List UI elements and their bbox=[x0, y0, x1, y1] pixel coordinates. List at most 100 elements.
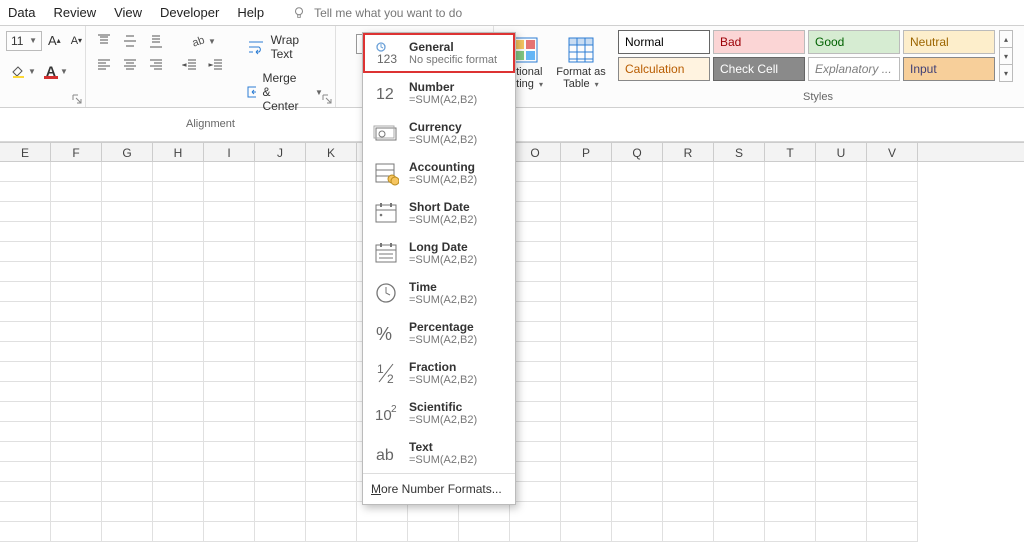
cell[interactable] bbox=[612, 342, 663, 362]
cell[interactable] bbox=[102, 322, 153, 342]
cell[interactable] bbox=[765, 402, 816, 422]
cell[interactable] bbox=[255, 422, 306, 442]
cell[interactable] bbox=[816, 502, 867, 522]
cell[interactable] bbox=[255, 502, 306, 522]
cell[interactable] bbox=[51, 362, 102, 382]
cell[interactable] bbox=[765, 502, 816, 522]
dialog-launcher-icon[interactable] bbox=[322, 94, 332, 104]
cell[interactable] bbox=[867, 302, 918, 322]
cell[interactable] bbox=[0, 202, 51, 222]
cell[interactable] bbox=[612, 442, 663, 462]
cell[interactable] bbox=[714, 362, 765, 382]
cell[interactable] bbox=[204, 322, 255, 342]
cell[interactable] bbox=[714, 382, 765, 402]
cell[interactable] bbox=[765, 222, 816, 242]
cell[interactable] bbox=[561, 422, 612, 442]
cell[interactable] bbox=[102, 402, 153, 422]
cell[interactable] bbox=[612, 482, 663, 502]
cell[interactable] bbox=[561, 222, 612, 242]
cell[interactable] bbox=[255, 462, 306, 482]
cell[interactable] bbox=[204, 482, 255, 502]
cell[interactable] bbox=[255, 362, 306, 382]
cell[interactable] bbox=[0, 162, 51, 182]
cell[interactable] bbox=[51, 162, 102, 182]
cell[interactable] bbox=[102, 462, 153, 482]
cell[interactable] bbox=[306, 522, 357, 542]
cell[interactable] bbox=[153, 242, 204, 262]
cell[interactable] bbox=[867, 282, 918, 302]
cell[interactable] bbox=[204, 242, 255, 262]
cell[interactable] bbox=[765, 482, 816, 502]
cell[interactable] bbox=[0, 242, 51, 262]
cell[interactable] bbox=[765, 322, 816, 342]
cell[interactable] bbox=[510, 182, 561, 202]
menu-view[interactable]: View bbox=[114, 5, 142, 20]
style-explanatory-[interactable]: Explanatory ... bbox=[808, 57, 900, 81]
cell[interactable] bbox=[561, 202, 612, 222]
cell[interactable] bbox=[102, 282, 153, 302]
cell[interactable] bbox=[153, 162, 204, 182]
cell[interactable] bbox=[714, 322, 765, 342]
cell[interactable] bbox=[714, 342, 765, 362]
cell[interactable] bbox=[51, 502, 102, 522]
cell[interactable] bbox=[51, 322, 102, 342]
cell[interactable] bbox=[510, 442, 561, 462]
cell[interactable] bbox=[0, 262, 51, 282]
cell[interactable] bbox=[765, 182, 816, 202]
cell[interactable] bbox=[306, 202, 357, 222]
cell[interactable] bbox=[0, 282, 51, 302]
cell[interactable] bbox=[153, 502, 204, 522]
cell[interactable] bbox=[663, 362, 714, 382]
cell[interactable] bbox=[204, 262, 255, 282]
cell[interactable] bbox=[663, 262, 714, 282]
cell[interactable] bbox=[102, 342, 153, 362]
cell[interactable] bbox=[867, 242, 918, 262]
cell[interactable] bbox=[663, 202, 714, 222]
cell[interactable] bbox=[153, 282, 204, 302]
cell[interactable] bbox=[153, 362, 204, 382]
style-input[interactable]: Input bbox=[903, 57, 995, 81]
cell[interactable] bbox=[408, 502, 459, 522]
cell[interactable] bbox=[510, 262, 561, 282]
column-header[interactable]: J bbox=[255, 143, 306, 161]
cell[interactable] bbox=[153, 522, 204, 542]
cell[interactable] bbox=[102, 482, 153, 502]
cell[interactable] bbox=[255, 262, 306, 282]
cell[interactable] bbox=[0, 402, 51, 422]
cell[interactable] bbox=[204, 522, 255, 542]
cell[interactable] bbox=[306, 462, 357, 482]
cell[interactable] bbox=[765, 342, 816, 362]
cell[interactable] bbox=[510, 222, 561, 242]
cell[interactable] bbox=[765, 462, 816, 482]
format-as-table-button[interactable]: Format asTable ▾ bbox=[556, 30, 606, 96]
cell[interactable] bbox=[153, 202, 204, 222]
cell[interactable] bbox=[306, 242, 357, 262]
cell[interactable] bbox=[561, 242, 612, 262]
wrap-text-button[interactable]: Wrap Text bbox=[240, 30, 330, 64]
cell[interactable] bbox=[714, 442, 765, 462]
cell[interactable] bbox=[510, 462, 561, 482]
cell[interactable] bbox=[51, 222, 102, 242]
cell[interactable] bbox=[255, 242, 306, 262]
cell[interactable] bbox=[306, 302, 357, 322]
cell[interactable] bbox=[510, 382, 561, 402]
cell[interactable] bbox=[306, 222, 357, 242]
cell[interactable] bbox=[612, 402, 663, 422]
column-header[interactable]: F bbox=[51, 143, 102, 161]
cell-styles-gallery[interactable]: NormalBadGoodNeutralCalculationCheck Cel… bbox=[618, 30, 995, 81]
menu-developer[interactable]: Developer bbox=[160, 5, 219, 20]
cell[interactable] bbox=[612, 522, 663, 542]
number-format-time[interactable]: Time=SUM(A2,B2) bbox=[363, 273, 515, 313]
cell[interactable] bbox=[51, 202, 102, 222]
align-center-button[interactable] bbox=[118, 54, 142, 76]
column-header[interactable]: G bbox=[102, 143, 153, 161]
style-good[interactable]: Good bbox=[808, 30, 900, 54]
cell[interactable] bbox=[102, 262, 153, 282]
cell[interactable] bbox=[510, 282, 561, 302]
cell[interactable] bbox=[255, 382, 306, 402]
dialog-launcher-icon[interactable] bbox=[72, 94, 82, 104]
cell[interactable] bbox=[510, 522, 561, 542]
cell[interactable] bbox=[204, 422, 255, 442]
cell[interactable] bbox=[561, 362, 612, 382]
column-header[interactable]: E bbox=[0, 143, 51, 161]
